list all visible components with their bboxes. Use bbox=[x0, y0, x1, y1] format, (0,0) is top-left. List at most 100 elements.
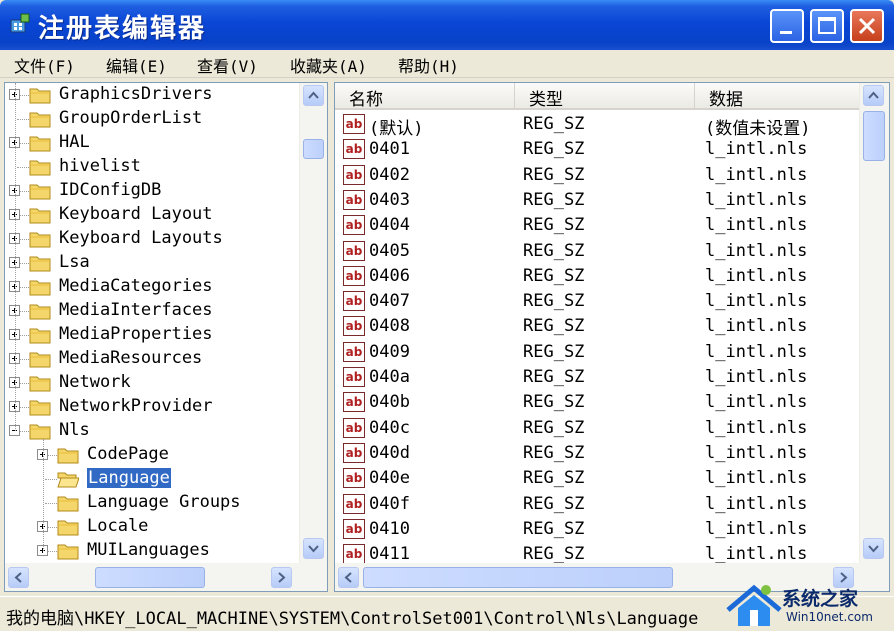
value-name: 0408 bbox=[369, 316, 410, 337]
tree-item[interactable]: hivelist bbox=[5, 155, 301, 179]
tree-item[interactable]: Nls bbox=[5, 419, 301, 443]
menu-edit[interactable]: 编辑(E) bbox=[106, 53, 167, 77]
value-data: l_intl.nls bbox=[705, 240, 808, 261]
tree-item[interactable]: GraphicsDrivers bbox=[5, 83, 301, 107]
value-row[interactable]: ab 040a REG_SZ l_intl.nls bbox=[335, 365, 855, 390]
value-row[interactable]: ab 040f REG_SZ l_intl.nls bbox=[335, 492, 855, 517]
minimize-button[interactable] bbox=[770, 9, 804, 43]
registry-key-tree[interactable]: GraphicsDrivers GroupOrderList HAL hivelist… bbox=[4, 82, 328, 592]
value-row[interactable]: ab 0407 REG_SZ l_intl.nls bbox=[335, 289, 855, 314]
value-type: REG_SZ bbox=[523, 291, 585, 312]
maximize-button[interactable] bbox=[810, 9, 844, 43]
value-row[interactable]: ab 0409 REG_SZ l_intl.nls bbox=[335, 340, 855, 365]
folder-icon bbox=[29, 277, 51, 297]
scroll-down-button[interactable] bbox=[303, 538, 324, 559]
tree-item[interactable]: MUILanguages bbox=[5, 539, 301, 563]
tree-item-label: Language bbox=[86, 467, 172, 489]
tree-connector bbox=[17, 167, 29, 168]
menu-favorites[interactable]: 收藏夹(A) bbox=[290, 53, 367, 77]
tree-item[interactable]: Keyboard Layout bbox=[5, 203, 301, 227]
tree-horizontal-scrollbar[interactable] bbox=[5, 563, 327, 591]
open-folder-icon bbox=[57, 469, 80, 489]
window-title: 注册表编辑器 bbox=[38, 14, 207, 44]
scroll-thumb[interactable] bbox=[303, 139, 324, 159]
menu-file[interactable]: 文件(F) bbox=[14, 53, 75, 77]
value-row[interactable]: ab 0404 REG_SZ l_intl.nls bbox=[335, 213, 855, 238]
tree-item[interactable]: GroupOrderList bbox=[5, 107, 301, 131]
string-value-icon: ab bbox=[343, 316, 365, 337]
value-row[interactable]: ab 0401 REG_SZ l_intl.nls bbox=[335, 137, 855, 162]
tree-item[interactable]: Locale bbox=[5, 515, 301, 539]
tree-item[interactable]: MediaCategories bbox=[5, 275, 301, 299]
tree-item-label: Network bbox=[59, 372, 131, 392]
tree-item[interactable]: Lsa bbox=[5, 251, 301, 275]
value-row[interactable]: ab 0402 REG_SZ l_intl.nls bbox=[335, 163, 855, 188]
scroll-thumb[interactable] bbox=[95, 567, 205, 588]
value-row[interactable]: ab 040c REG_SZ l_intl.nls bbox=[335, 416, 855, 441]
tree-item[interactable]: HAL bbox=[5, 131, 301, 155]
status-key-path: 我的电脑\HKEY_LOCAL_MACHINE\SYSTEM\ControlSe… bbox=[6, 609, 699, 629]
value-row[interactable]: ab 040e REG_SZ l_intl.nls bbox=[335, 466, 855, 491]
folder-icon bbox=[29, 181, 51, 201]
scroll-right-button[interactable] bbox=[271, 567, 292, 588]
menu-help[interactable]: 帮助(H) bbox=[398, 53, 459, 77]
tree-item[interactable]: NetworkProvider bbox=[5, 395, 301, 419]
tree-item[interactable]: Keyboard Layouts bbox=[5, 227, 301, 251]
tree-item[interactable]: Language bbox=[5, 467, 301, 491]
string-value-icon: ab bbox=[343, 468, 365, 489]
menu-view[interactable]: 查看(V) bbox=[197, 53, 258, 77]
scroll-thumb[interactable] bbox=[863, 111, 885, 161]
string-value-icon: ab bbox=[343, 442, 365, 463]
column-header-data[interactable]: 数据 bbox=[695, 83, 861, 110]
site-watermark: 系统之家 Win10net.com bbox=[724, 580, 894, 631]
scroll-left-button[interactable] bbox=[338, 567, 359, 588]
value-type: REG_SZ bbox=[523, 139, 585, 160]
list-vertical-scrollbar[interactable] bbox=[859, 83, 889, 563]
value-row[interactable]: ab 040b REG_SZ l_intl.nls bbox=[335, 390, 855, 415]
column-header-name[interactable]: 名称 bbox=[335, 83, 515, 110]
registry-values-list[interactable]: 名称 类型 数据 ab (默认) REG_SZ (数值未设置) ab 0401 REG_SZ… bbox=[334, 82, 890, 592]
tree-vertical-scrollbar[interactable] bbox=[299, 83, 327, 563]
tree-item[interactable]: CodePage bbox=[5, 443, 301, 467]
title-bar[interactable]: 注册表编辑器 bbox=[0, 0, 894, 50]
tree-item[interactable]: Network bbox=[5, 371, 301, 395]
value-row[interactable]: ab 0410 REG_SZ l_intl.nls bbox=[335, 517, 855, 542]
string-value-icon: ab bbox=[343, 544, 365, 565]
value-name: 0402 bbox=[369, 164, 410, 185]
tree-item[interactable]: MediaResources bbox=[5, 347, 301, 371]
column-header-type[interactable]: 类型 bbox=[515, 83, 695, 110]
folder-icon bbox=[29, 301, 51, 321]
tree-item-label: hivelist bbox=[59, 156, 141, 176]
value-type: REG_SZ bbox=[523, 518, 585, 539]
tree-item[interactable]: Language Groups bbox=[5, 491, 301, 515]
tree-item-label: IDConfigDB bbox=[59, 180, 162, 200]
chevron-right-icon bbox=[278, 572, 286, 583]
tree-item[interactable]: IDConfigDB bbox=[5, 179, 301, 203]
value-type: REG_SZ bbox=[523, 316, 585, 337]
string-value-icon: ab bbox=[343, 417, 365, 438]
scroll-left-button[interactable] bbox=[8, 567, 29, 588]
value-row[interactable]: ab 0403 REG_SZ l_intl.nls bbox=[335, 188, 855, 213]
folder-icon bbox=[57, 493, 79, 513]
value-row[interactable]: ab 0405 REG_SZ l_intl.nls bbox=[335, 239, 855, 264]
tree-item[interactable]: MediaProperties bbox=[5, 323, 301, 347]
scroll-thumb[interactable] bbox=[363, 567, 673, 588]
scroll-up-button[interactable] bbox=[863, 85, 884, 106]
folder-icon bbox=[29, 373, 51, 393]
value-type: REG_SZ bbox=[523, 215, 585, 236]
chevron-up-icon bbox=[868, 91, 879, 99]
scroll-down-button[interactable] bbox=[863, 538, 884, 559]
tree-item[interactable]: MediaInterfaces bbox=[5, 299, 301, 323]
folder-icon bbox=[29, 85, 51, 105]
value-row[interactable]: ab 0408 REG_SZ l_intl.nls bbox=[335, 314, 855, 339]
tree-item-label: HAL bbox=[59, 132, 90, 152]
value-type: REG_SZ bbox=[523, 240, 585, 261]
value-row[interactable]: ab 040d REG_SZ l_intl.nls bbox=[335, 441, 855, 466]
tree-item-label: CodePage bbox=[87, 444, 169, 464]
value-row[interactable]: ab 0406 REG_SZ l_intl.nls bbox=[335, 264, 855, 289]
scroll-up-button[interactable] bbox=[303, 85, 324, 106]
string-value-icon: ab bbox=[343, 164, 365, 185]
value-row[interactable]: ab (默认) REG_SZ (数值未设置) bbox=[335, 112, 855, 139]
chevron-up-icon bbox=[308, 91, 319, 99]
close-button[interactable] bbox=[850, 9, 884, 43]
